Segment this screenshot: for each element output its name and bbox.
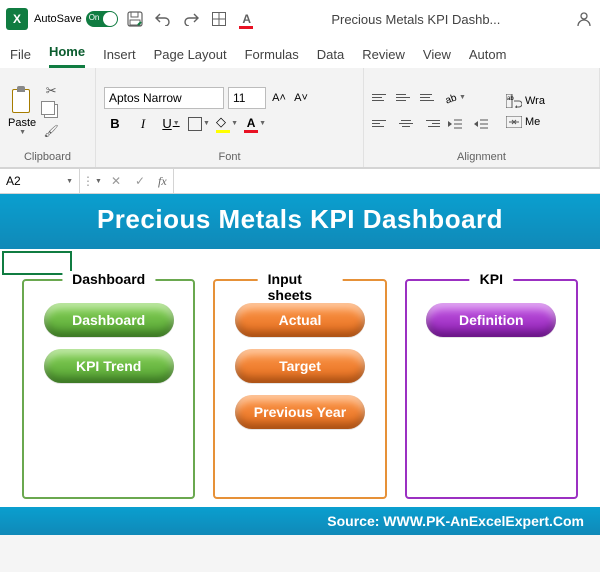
font-color-icon xyxy=(244,115,258,133)
group-label-clipboard: Clipboard xyxy=(8,149,87,165)
excel-logo-icon: X xyxy=(6,8,28,30)
formula-bar: A2 ▼ ⋮▼ ✕ ✓ fx xyxy=(0,168,600,194)
merge-icon xyxy=(506,116,522,128)
clipboard-icon xyxy=(8,85,36,117)
worksheet-area[interactable]: Precious Metals KPI Dashboard Dashboard … xyxy=(0,194,600,535)
paint-bucket-icon xyxy=(216,114,230,133)
undo-icon[interactable] xyxy=(152,8,174,30)
target-button[interactable]: Target xyxy=(235,349,365,383)
font-color-quick-icon[interactable] xyxy=(236,8,258,30)
paste-button[interactable]: Paste ▼ xyxy=(8,85,36,136)
source-footer: Source: WWW.PK-AnExcelExpert.Com xyxy=(0,507,600,535)
tab-formulas[interactable]: Formulas xyxy=(245,47,299,68)
title-bar: X AutoSave On Precious Metals KPI Dashb.… xyxy=(0,0,600,38)
card-title: Input sheets xyxy=(258,271,343,303)
previous-year-button[interactable]: Previous Year xyxy=(235,395,365,429)
align-center-icon[interactable] xyxy=(396,116,416,132)
increase-indent-icon[interactable] xyxy=(470,113,492,135)
toggle-on-icon[interactable]: On xyxy=(86,11,118,27)
tab-data[interactable]: Data xyxy=(317,47,344,68)
tab-automate[interactable]: Autom xyxy=(469,47,507,68)
card-title: KPI xyxy=(470,271,513,287)
wrap-text-button[interactable]: ab Wra xyxy=(506,94,545,108)
group-alignment: ab▼ ab Wra xyxy=(364,68,600,167)
definition-button[interactable]: Definition xyxy=(426,303,556,337)
format-painter-icon[interactable] xyxy=(42,123,60,139)
orientation-button[interactable]: ab▼ xyxy=(444,87,466,109)
tab-file[interactable]: File xyxy=(10,47,31,68)
cut-icon[interactable] xyxy=(42,83,60,99)
decrease-font-icon[interactable]: A˅ xyxy=(292,89,310,107)
ribbon: Paste ▼ Clipboard A˄ A˅ B I U▼ ▼ xyxy=(0,68,600,168)
fill-color-button[interactable]: ▼ xyxy=(216,113,238,135)
chevron-down-icon: ▼ xyxy=(19,129,26,136)
decrease-indent-icon[interactable] xyxy=(444,113,466,135)
align-left-icon[interactable] xyxy=(372,116,392,132)
name-box[interactable]: A2 ▼ xyxy=(0,169,80,193)
group-label-font: Font xyxy=(104,149,355,165)
bold-button[interactable]: B xyxy=(104,113,126,135)
document-title: Precious Metals KPI Dashb... xyxy=(264,12,568,27)
card-dashboard: Dashboard Dashboard KPI Trend xyxy=(22,279,195,499)
increase-font-icon[interactable]: A˄ xyxy=(270,89,288,107)
align-middle-icon[interactable] xyxy=(396,90,416,106)
save-icon[interactable] xyxy=(124,8,146,30)
group-label-alignment: Alignment xyxy=(372,149,591,165)
merge-center-button[interactable]: Me xyxy=(506,116,545,128)
group-font: A˄ A˅ B I U▼ ▼ ▼ ▼ Font xyxy=(96,68,364,167)
cards-row: Dashboard Dashboard KPI Trend Input shee… xyxy=(0,275,600,507)
borders-button[interactable]: ▼ xyxy=(188,113,210,135)
user-icon[interactable] xyxy=(574,9,594,29)
dashboard-banner: Precious Metals KPI Dashboard xyxy=(0,194,600,249)
align-bottom-icon[interactable] xyxy=(420,90,440,106)
wrap-text-icon: ab xyxy=(506,94,522,108)
borders-quick-icon[interactable] xyxy=(208,8,230,30)
orientation-icon: ab xyxy=(444,91,458,105)
dashboard-button[interactable]: Dashboard xyxy=(44,303,174,337)
autosave-label: AutoSave xyxy=(34,13,82,25)
autosave-toggle[interactable]: AutoSave On xyxy=(34,11,118,27)
ribbon-tabs: File Home Insert Page Layout Formulas Da… xyxy=(0,38,600,68)
font-color-button[interactable]: ▼ xyxy=(244,113,266,135)
group-clipboard: Paste ▼ Clipboard xyxy=(0,68,96,167)
svg-text:ab: ab xyxy=(507,96,514,102)
tab-page-layout[interactable]: Page Layout xyxy=(154,47,227,68)
card-kpi: KPI Definition xyxy=(405,279,578,499)
fx-dropdown-icon[interactable]: ⋮▼ xyxy=(80,169,104,193)
actual-button[interactable]: Actual xyxy=(235,303,365,337)
cancel-formula-icon[interactable]: ✕ xyxy=(104,169,128,193)
card-title: Dashboard xyxy=(62,271,155,287)
tab-insert[interactable]: Insert xyxy=(103,47,136,68)
align-top-icon[interactable] xyxy=(372,90,392,106)
formula-input[interactable] xyxy=(174,169,600,193)
italic-button[interactable]: I xyxy=(132,113,154,135)
font-name-select[interactable] xyxy=(104,87,224,109)
fx-label[interactable]: fx xyxy=(152,174,173,189)
copy-icon[interactable] xyxy=(42,103,60,119)
card-input-sheets: Input sheets Actual Target Previous Year xyxy=(213,279,386,499)
tab-view[interactable]: View xyxy=(423,47,451,68)
border-icon xyxy=(188,117,202,131)
align-right-icon[interactable] xyxy=(420,116,440,132)
redo-icon[interactable] xyxy=(180,8,202,30)
svg-text:ab: ab xyxy=(444,92,458,105)
enter-formula-icon[interactable]: ✓ xyxy=(128,169,152,193)
paste-label: Paste xyxy=(8,117,36,129)
tab-home[interactable]: Home xyxy=(49,44,85,68)
font-size-select[interactable] xyxy=(228,87,266,109)
tab-review[interactable]: Review xyxy=(362,47,405,68)
underline-button[interactable]: U▼ xyxy=(160,113,182,135)
chevron-down-icon: ▼ xyxy=(66,178,73,185)
kpi-trend-button[interactable]: KPI Trend xyxy=(44,349,174,383)
